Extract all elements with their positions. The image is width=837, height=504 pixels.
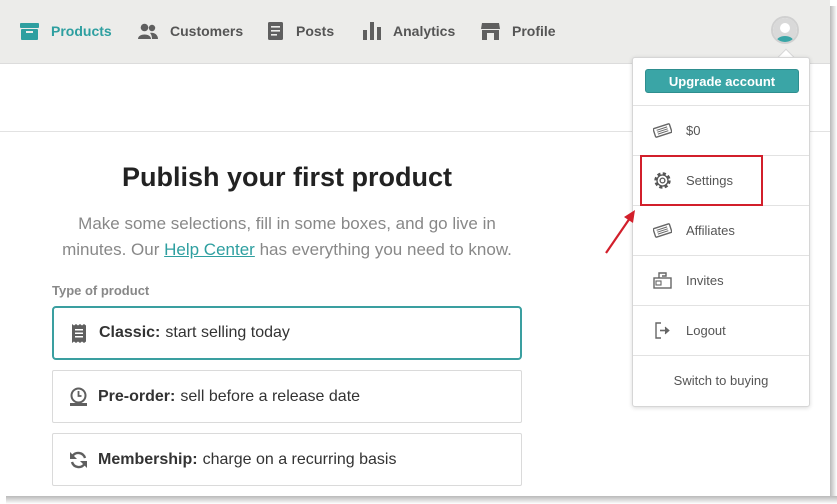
products-icon bbox=[20, 22, 39, 40]
window-shadow-right bbox=[830, 6, 837, 504]
user-avatar-icon bbox=[773, 18, 797, 42]
menu-item-invites[interactable]: Invites bbox=[633, 255, 809, 305]
annotation-arrow-icon bbox=[605, 210, 635, 254]
app-window: Products Customers Posts Analytics Profi… bbox=[0, 0, 830, 496]
nav-customers[interactable]: Customers bbox=[138, 20, 243, 42]
option-membership[interactable]: Membership: charge on a recurring basis bbox=[52, 433, 522, 486]
settings-highlight-box bbox=[640, 155, 763, 206]
account-dropdown-menu: Upgrade account $0 Settings Affiliates I… bbox=[632, 57, 810, 407]
nav-products[interactable]: Products bbox=[20, 20, 112, 42]
option-classic-desc: start selling today bbox=[165, 324, 290, 341]
option-classic[interactable]: Classic: start selling today bbox=[52, 306, 522, 360]
menu-item-balance[interactable]: $0 bbox=[633, 105, 809, 155]
upgrade-account-button[interactable]: Upgrade account bbox=[645, 69, 799, 93]
mailbox-icon bbox=[652, 271, 672, 291]
page-title: Publish your first product bbox=[121, 162, 452, 192]
option-preorder-desc: sell before a release date bbox=[180, 387, 361, 405]
alarm-clock-icon bbox=[68, 387, 88, 407]
ticket-icon bbox=[652, 221, 672, 241]
receipt-icon bbox=[69, 323, 89, 343]
analytics-icon bbox=[363, 22, 381, 40]
option-membership-name: Membership: bbox=[98, 450, 198, 468]
page-description: Make some selections, fill in some boxes… bbox=[52, 211, 522, 263]
menu-item-affiliates-label: Affiliates bbox=[686, 223, 735, 238]
nav-posts-label: Posts bbox=[296, 23, 335, 39]
menu-item-invites-label: Invites bbox=[686, 273, 724, 288]
nav-analytics-label: Analytics bbox=[393, 23, 456, 39]
avatar[interactable] bbox=[771, 16, 799, 44]
description-text-end: has everything you need to know. bbox=[254, 240, 512, 259]
nav-posts[interactable]: Posts bbox=[267, 20, 334, 42]
window-shadow-bottom bbox=[6, 496, 837, 504]
nav-profile-label: Profile bbox=[512, 23, 556, 39]
nav-products-label: Products bbox=[51, 23, 112, 39]
profile-icon bbox=[481, 22, 500, 40]
option-preorder-name: Pre-order: bbox=[98, 387, 176, 405]
option-preorder[interactable]: Pre-order: sell before a release date bbox=[52, 370, 522, 423]
menu-item-logout-label: Logout bbox=[686, 323, 726, 338]
refresh-icon bbox=[68, 450, 88, 470]
nav-profile[interactable]: Profile bbox=[481, 20, 556, 42]
posts-icon bbox=[268, 22, 283, 40]
nav-analytics[interactable]: Analytics bbox=[363, 20, 455, 42]
product-type-label: Type of product bbox=[52, 283, 150, 298]
menu-item-balance-label: $0 bbox=[686, 123, 701, 138]
option-membership-desc: charge on a recurring basis bbox=[202, 450, 397, 468]
top-navigation: Products Customers Posts Analytics Profi… bbox=[0, 0, 830, 64]
logout-icon bbox=[652, 321, 672, 341]
ticket-icon bbox=[652, 121, 672, 141]
menu-item-logout[interactable]: Logout bbox=[633, 305, 809, 355]
option-classic-name: Classic: bbox=[99, 324, 161, 341]
nav-customers-label: Customers bbox=[170, 23, 244, 39]
help-center-link[interactable]: Help Center bbox=[164, 240, 255, 259]
menu-item-affiliates[interactable]: Affiliates bbox=[633, 205, 809, 255]
customers-icon bbox=[138, 23, 158, 39]
switch-to-buying-link[interactable]: Switch to buying bbox=[633, 355, 809, 405]
